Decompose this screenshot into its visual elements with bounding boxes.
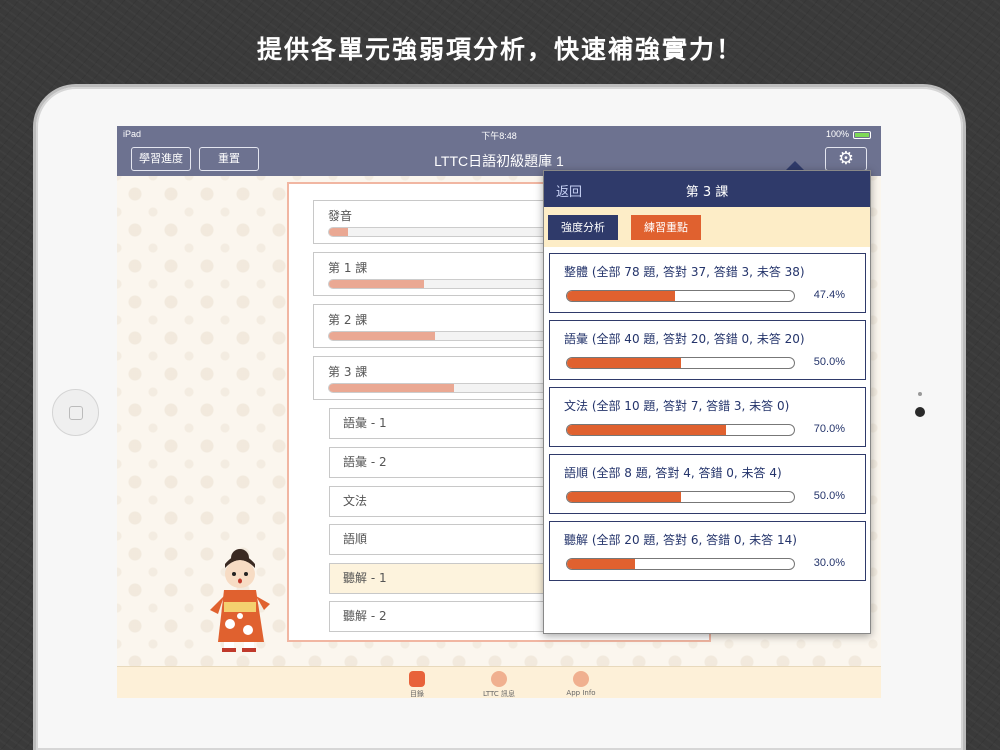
popover-tabs: 強度分析 練習重點 — [544, 207, 870, 247]
lesson-progress-fill — [329, 280, 424, 288]
analysis-card-title: 文法 (全部 10 題, 答對 7, 答錯 3, 未答 0) — [564, 399, 790, 413]
analysis-progress-fill — [567, 425, 726, 435]
popover-header: 返回 第 3 課 — [544, 171, 870, 207]
analysis-progress-fill — [567, 291, 675, 301]
analysis-card: 整體 (全部 78 題, 答對 37, 答錯 3, 未答 38) 47.4% — [549, 253, 866, 313]
analysis-percent: 47.4% — [813, 289, 845, 301]
analysis-progress-fill — [567, 358, 681, 368]
analysis-card: 語順 (全部 8 題, 答對 4, 答錯 0, 未答 4) 50.0% — [549, 454, 866, 514]
status-bar: iPad 下午8:48 100% — [117, 126, 881, 144]
sensor-icon — [918, 392, 922, 396]
lesson-row-label: 第 2 課 — [328, 313, 368, 327]
popover-title: 第 3 課 — [685, 185, 729, 200]
clock: 下午8:48 — [481, 131, 517, 141]
analysis-card-title: 語順 (全部 8 題, 答對 4, 答錯 0, 未答 4) — [564, 466, 782, 480]
analysis-percent: 30.0% — [813, 557, 845, 569]
tab-folder[interactable]: 目錄 — [377, 667, 457, 698]
ribbon-icon — [491, 671, 507, 687]
lesson-row-label: 第 3 課 — [328, 365, 368, 379]
battery-percent: 100% — [825, 129, 849, 139]
analysis-card-title: 聽解 (全部 20 題, 答對 6, 答錯 0, 未答 14) — [564, 533, 797, 547]
settings-button[interactable]: ⚙ — [825, 147, 867, 171]
home-button[interactable] — [52, 389, 99, 436]
tab-info[interactable]: App Info — [541, 667, 621, 698]
gear-icon: ⚙ — [837, 148, 855, 169]
camera-icon — [915, 407, 925, 417]
lesson-row-label: 第 1 課 — [328, 261, 368, 275]
app-screen: iPad 下午8:48 100% 學習進度 重置 LTTC日語初級題庫 1 ⚙ … — [117, 126, 881, 698]
kimono-girl-illustration — [210, 549, 270, 652]
lesson-progress-fill — [329, 228, 348, 236]
tab-label: LTTC 訊息 — [482, 690, 516, 698]
tab-strength-analysis[interactable]: 強度分析 — [548, 215, 618, 240]
info-icon — [573, 671, 589, 687]
folder-icon — [409, 671, 425, 687]
tab-bar: 目錄 LTTC 訊息 App Info — [117, 666, 881, 698]
analysis-progress-fill — [567, 559, 636, 569]
tab-ribbon[interactable]: LTTC 訊息 — [459, 667, 539, 698]
analysis-progress-bar — [566, 424, 795, 436]
analysis-popover: 返回 第 3 課 強度分析 練習重點 整體 (全部 78 題, 答對 37, 答… — [543, 170, 871, 634]
analysis-progress-bar — [566, 357, 795, 369]
tab-label: 目錄 — [410, 690, 424, 698]
analysis-percent: 50.0% — [813, 356, 845, 368]
analysis-card: 文法 (全部 10 題, 答對 7, 答錯 3, 未答 0) 70.0% — [549, 387, 866, 447]
lesson-row-label: 發音 — [328, 209, 353, 223]
lesson-progress-fill — [329, 332, 435, 340]
analysis-progress-bar — [566, 491, 795, 503]
page-title: LTTC日語初級題庫 1 — [434, 153, 564, 169]
tab-label: App Info — [566, 689, 596, 697]
battery-icon — [853, 131, 871, 139]
analysis-card: 聽解 (全部 20 題, 答對 6, 答錯 0, 未答 14) 30.0% — [549, 521, 866, 581]
analysis-percent: 50.0% — [813, 490, 845, 502]
promo-headline: 提供各單元強弱項分析，快速補強實力！ — [256, 35, 743, 64]
analysis-card-title: 語彙 (全部 40 題, 答對 20, 答錯 0, 未答 20) — [564, 332, 805, 346]
lesson-progress-fill — [329, 384, 454, 392]
analysis-progress-fill — [567, 492, 681, 502]
analysis-percent: 70.0% — [813, 423, 845, 435]
tab-practice-focus[interactable]: 練習重點 — [631, 215, 701, 240]
analysis-card-title: 整體 (全部 78 題, 答對 37, 答錯 3, 未答 38) — [564, 265, 805, 279]
analysis-progress-bar — [566, 290, 795, 302]
home-square-icon — [69, 406, 83, 420]
analysis-progress-bar — [566, 558, 795, 570]
analysis-card: 語彙 (全部 40 題, 答對 20, 答錯 0, 未答 20) 50.0% — [549, 320, 866, 380]
